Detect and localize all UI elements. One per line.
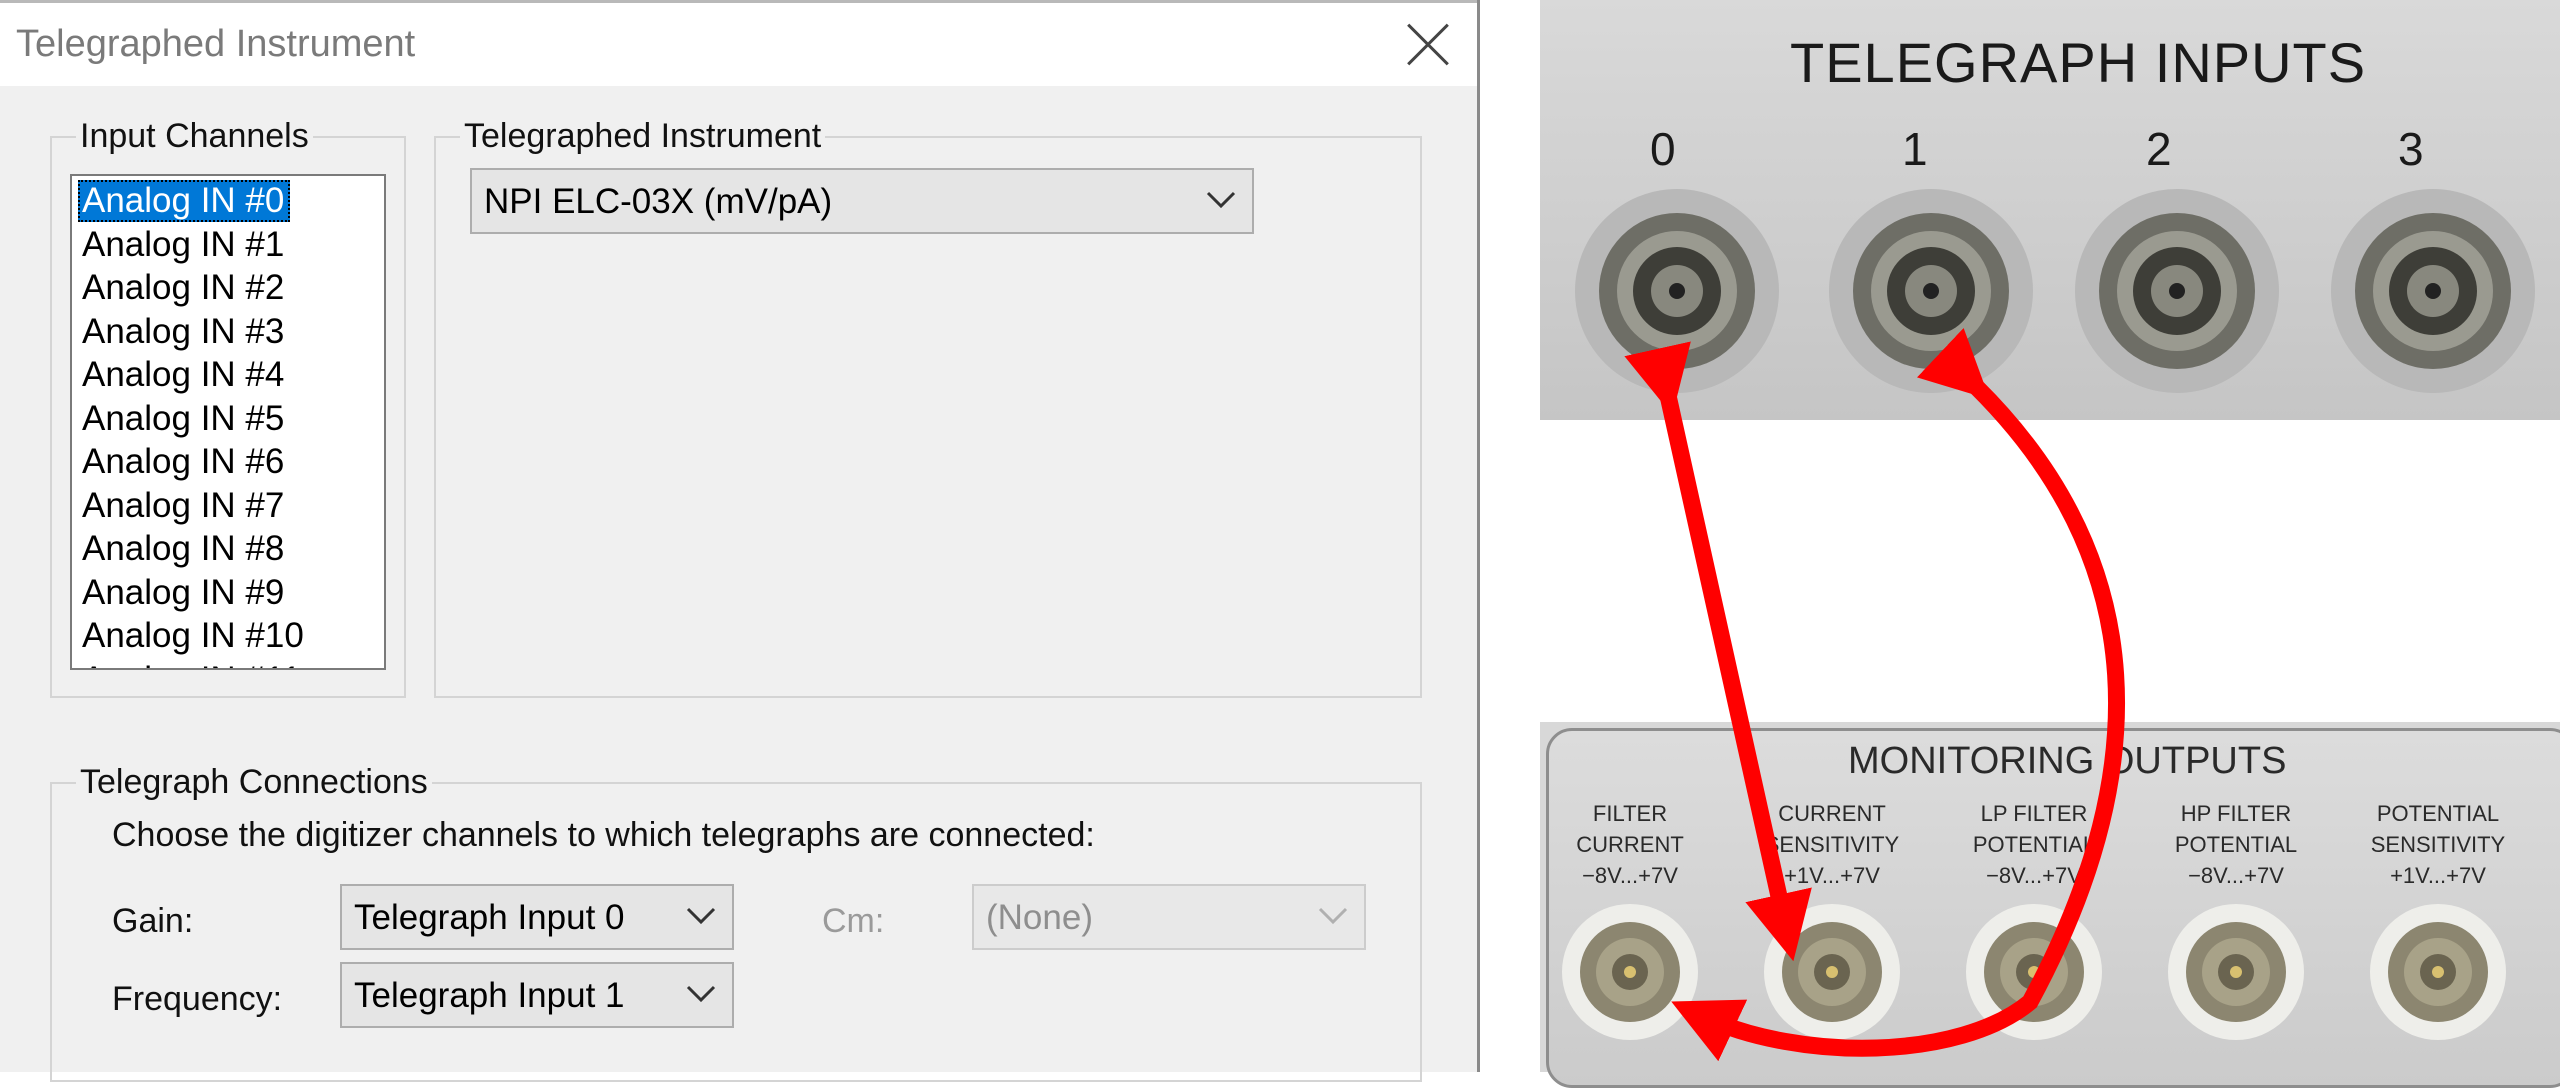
arrow-gain-connection <box>1624 341 1812 962</box>
connection-arrows <box>1624 327 2125 1062</box>
arrow-frequency-connection <box>1671 327 2125 1062</box>
